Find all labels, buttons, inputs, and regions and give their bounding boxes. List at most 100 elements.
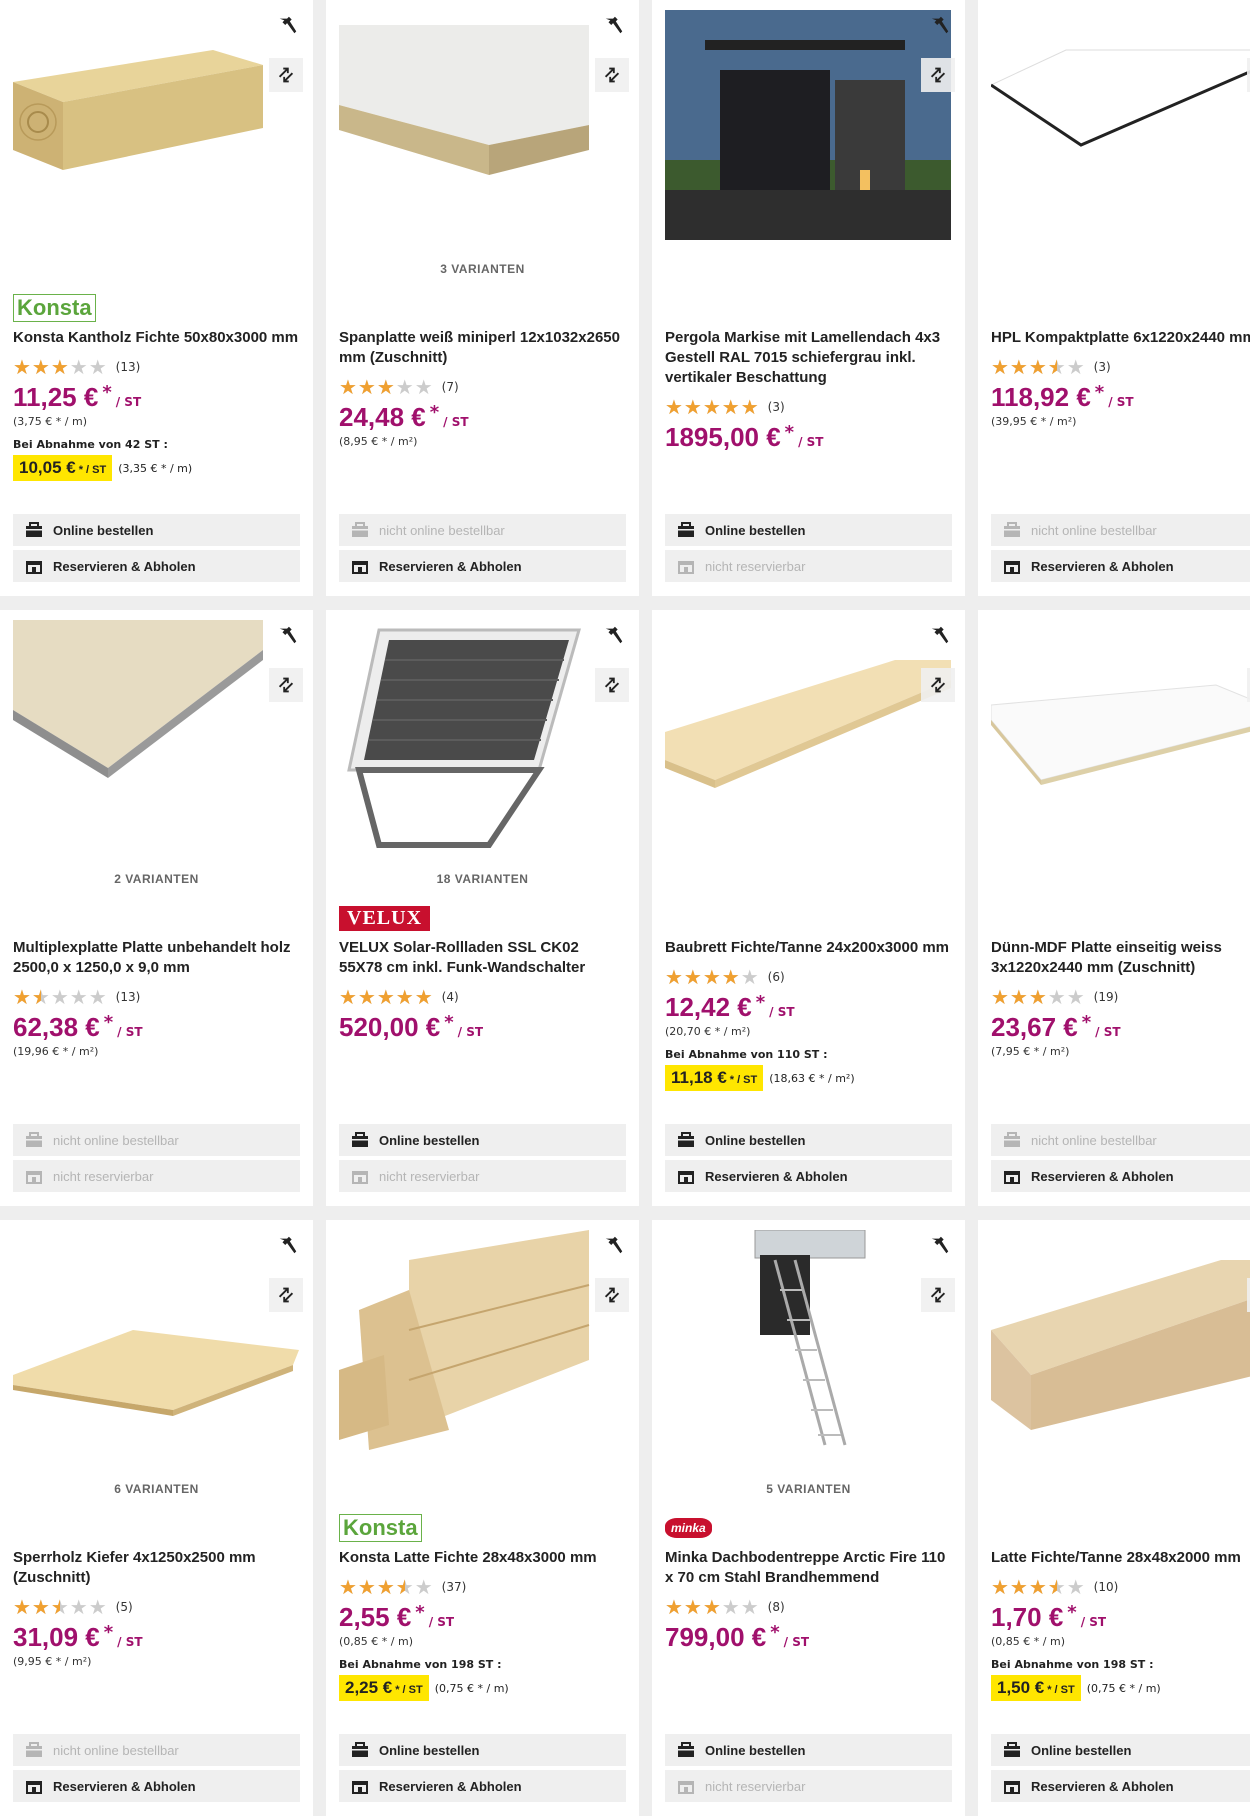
- online-order-button[interactable]: nicht online bestellbar: [13, 1124, 300, 1156]
- bulk-price-highlight: 11,18 € * / ST: [665, 1065, 764, 1091]
- reserve-pickup-button[interactable]: nicht reservierbar: [339, 1160, 626, 1192]
- online-order-button[interactable]: nicht online bestellbar: [339, 514, 626, 546]
- product-image[interactable]: [991, 10, 1250, 240]
- rating[interactable]: ★★★★★★★★★★ (37): [339, 1576, 626, 1598]
- reserve-pickup-button[interactable]: nicht reservierbar: [13, 1160, 300, 1192]
- online-order-button[interactable]: nicht online bestellbar: [991, 1124, 1250, 1156]
- brand-logo: [991, 1512, 1250, 1544]
- product-card[interactable]: 18 VARIANTEN VELUX VELUX Solar-Rollladen S…: [326, 610, 639, 1206]
- variants-label[interactable]: 2 VARIANTEN: [0, 872, 313, 886]
- hammer-icon: [923, 618, 957, 652]
- product-image[interactable]: [13, 10, 299, 240]
- reserve-pickup-button[interactable]: Reservieren & Abholen: [13, 1770, 300, 1802]
- compare-arrows-icon[interactable]: [921, 1278, 955, 1312]
- rating[interactable]: ★★★★★★★★★★ (13): [13, 986, 300, 1008]
- online-order-label: Online bestellen: [705, 522, 806, 538]
- brand-logo: [13, 902, 300, 934]
- product-image[interactable]: [665, 620, 951, 850]
- product-title[interactable]: Sperrholz Kiefer 4x1250x2500 mm (Zuschni…: [13, 1548, 300, 1588]
- product-title[interactable]: Multiplexplatte Platte unbehandelt holz …: [13, 938, 300, 978]
- product-image[interactable]: [13, 1230, 299, 1460]
- reserve-pickup-label: nicht reservierbar: [379, 1168, 480, 1184]
- product-card[interactable]: Konsta Konsta Kantholz Fichte 50x80x3000 …: [0, 0, 313, 596]
- variants-label[interactable]: 6 VARIANTEN: [0, 1482, 313, 1496]
- reserve-pickup-button[interactable]: nicht reservierbar: [665, 1770, 952, 1802]
- online-order-button[interactable]: Online bestellen: [991, 1734, 1250, 1766]
- rating[interactable]: ★★★★★★★★★★ (19): [991, 986, 1250, 1008]
- bulk-asterisk: *: [729, 1074, 735, 1086]
- product-card[interactable]: 5 VARIANTEN minka Minka Dachbodentreppe Ar…: [652, 1220, 965, 1816]
- online-order-button[interactable]: Online bestellen: [339, 1734, 626, 1766]
- product-card[interactable]: Baubrett Fichte/Tanne 24x200x3000 mm ★★★★…: [652, 610, 965, 1206]
- product-card[interactable]: 2 VARIANTEN Multiplexplatte Platte unbeha…: [0, 610, 313, 1206]
- product-title[interactable]: Minka Dachbodentreppe Arctic Fire 110 x …: [665, 1548, 952, 1588]
- product-card[interactable]: Konsta Konsta Latte Fichte 28x48x3000 mm ★…: [326, 1220, 639, 1816]
- product-card[interactable]: 6 VARIANTEN Sperrholz Kiefer 4x1250x2500 …: [0, 1220, 313, 1816]
- online-order-button[interactable]: Online bestellen: [665, 514, 952, 546]
- online-order-button[interactable]: nicht online bestellbar: [991, 514, 1250, 546]
- product-title[interactable]: Konsta Kantholz Fichte 50x80x3000 mm: [13, 328, 300, 348]
- product-title[interactable]: Dünn-MDF Platte einseitig weiss 3x1220x2…: [991, 938, 1250, 978]
- product-image[interactable]: [339, 10, 625, 240]
- reserve-pickup-button[interactable]: Reservieren & Abholen: [991, 1160, 1250, 1192]
- price: 31,09 € * / ST: [13, 1622, 300, 1653]
- product-card[interactable]: Latte Fichte/Tanne 28x48x2000 mm ★★★★★ ★★★…: [978, 1220, 1250, 1816]
- product-title[interactable]: Latte Fichte/Tanne 28x48x2000 mm: [991, 1548, 1250, 1568]
- rating[interactable]: ★★★★★★★★★★ (7): [339, 376, 626, 398]
- product-image[interactable]: [991, 1230, 1250, 1460]
- product-info: Spanplatte weiß miniperl 12x1032x2650 mm…: [339, 292, 626, 448]
- product-grid: Konsta Konsta Kantholz Fichte 50x80x3000 …: [0, 0, 1250, 1816]
- reserve-pickup-button[interactable]: Reservieren & Abholen: [991, 550, 1250, 582]
- rating[interactable]: ★★★★★★★★★★ (5): [13, 1596, 300, 1618]
- compare-arrows-icon[interactable]: [595, 58, 629, 92]
- reserve-pickup-button[interactable]: Reservieren & Abholen: [665, 1160, 952, 1192]
- rating[interactable]: ★★★★★★★★★★ (10): [991, 1576, 1250, 1598]
- rating[interactable]: ★★★★★★★★★★ (6): [665, 966, 952, 988]
- compare-arrows-icon[interactable]: [269, 58, 303, 92]
- online-order-button[interactable]: Online bestellen: [13, 514, 300, 546]
- hammer-icon: [597, 618, 631, 652]
- compare-arrows-icon[interactable]: [921, 58, 955, 92]
- compare-arrows-icon[interactable]: [595, 1278, 629, 1312]
- online-order-button[interactable]: Online bestellen: [665, 1124, 952, 1156]
- compare-arrows-icon[interactable]: [269, 1278, 303, 1312]
- rating[interactable]: ★★★★★★★★★★ (3): [991, 356, 1250, 378]
- rating[interactable]: ★★★★★★★★★★ (8): [665, 1596, 952, 1618]
- product-image[interactable]: [13, 620, 299, 850]
- product-image[interactable]: [665, 1230, 951, 1460]
- reserve-pickup-button[interactable]: Reservieren & Abholen: [13, 550, 300, 582]
- reserve-pickup-button[interactable]: Reservieren & Abholen: [339, 550, 626, 582]
- compare-arrows-icon[interactable]: [269, 668, 303, 702]
- online-order-button[interactable]: Online bestellen: [339, 1124, 626, 1156]
- compare-arrows-icon[interactable]: [595, 668, 629, 702]
- rating[interactable]: ★★★★★★★★★★ (3): [665, 396, 952, 418]
- product-card[interactable]: HPL Kompaktplatte 6x1220x2440 mm ★★★★★ ★★★…: [978, 0, 1250, 596]
- review-count: (8): [767, 1600, 785, 1614]
- reserve-pickup-button[interactable]: Reservieren & Abholen: [339, 1770, 626, 1802]
- online-order-button[interactable]: nicht online bestellbar: [13, 1734, 300, 1766]
- product-title[interactable]: VELUX Solar-Rollladen SSL CK02 55X78 cm …: [339, 938, 626, 978]
- product-card[interactable]: Dünn-MDF Platte einseitig weiss 3x1220x2…: [978, 610, 1250, 1206]
- product-image[interactable]: [339, 620, 625, 850]
- product-title[interactable]: Konsta Latte Fichte 28x48x3000 mm: [339, 1548, 626, 1568]
- variants-label[interactable]: 5 VARIANTEN: [652, 1482, 965, 1496]
- reserve-pickup-button[interactable]: nicht reservierbar: [665, 550, 952, 582]
- variants-label[interactable]: 18 VARIANTEN: [326, 872, 639, 886]
- online-order-button[interactable]: Online bestellen: [665, 1734, 952, 1766]
- product-title[interactable]: Baubrett Fichte/Tanne 24x200x3000 mm: [665, 938, 952, 958]
- product-title[interactable]: HPL Kompaktplatte 6x1220x2440 mm: [991, 328, 1250, 348]
- product-image[interactable]: [665, 10, 951, 240]
- reserve-pickup-label: Reservieren & Abholen: [379, 1778, 522, 1794]
- product-card[interactable]: Pergola Markise mit Lamellendach 4x3 Ges…: [652, 0, 965, 596]
- product-image[interactable]: [991, 620, 1250, 850]
- product-title[interactable]: Pergola Markise mit Lamellendach 4x3 Ges…: [665, 328, 952, 388]
- product-card[interactable]: 3 VARIANTEN Spanplatte weiß miniperl 12x1…: [326, 0, 639, 596]
- star-rating: ★★★★★★★★★★: [339, 375, 434, 399]
- product-image[interactable]: [339, 1230, 625, 1460]
- reserve-pickup-button[interactable]: Reservieren & Abholen: [991, 1770, 1250, 1802]
- product-title[interactable]: Spanplatte weiß miniperl 12x1032x2650 mm…: [339, 328, 626, 368]
- compare-arrows-icon[interactable]: [921, 668, 955, 702]
- variants-label[interactable]: 3 VARIANTEN: [326, 262, 639, 276]
- rating[interactable]: ★★★★★ ★★★★★ (4): [339, 986, 626, 1008]
- rating[interactable]: ★★★★★★★★★★ (13): [13, 356, 300, 378]
